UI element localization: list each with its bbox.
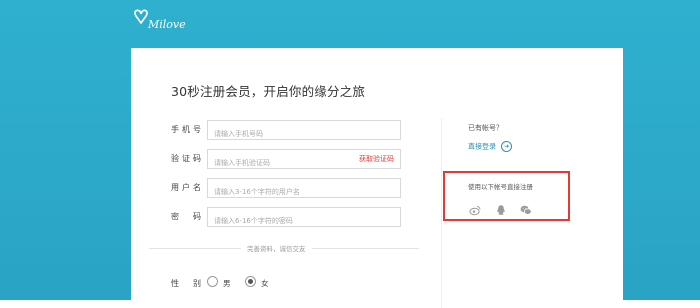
code-input[interactable]	[208, 154, 364, 172]
qq-icon[interactable]	[495, 201, 507, 215]
password-field[interactable]	[207, 207, 401, 230]
code-label: 验证码	[171, 154, 201, 163]
gender-male-radio[interactable]	[207, 276, 218, 287]
password-label: 密码	[171, 212, 201, 221]
wechat-icon[interactable]	[520, 201, 532, 215]
gender-row: 性别 男 女	[171, 274, 431, 294]
column-separator	[441, 118, 442, 308]
phone-row: 手机号	[131, 120, 431, 143]
have-account-text: 已有帐号？	[468, 124, 503, 132]
username-input[interactable]	[208, 183, 364, 201]
weibo-icon[interactable]	[469, 201, 481, 216]
get-code-button[interactable]: 获取验证码	[359, 154, 394, 164]
code-field[interactable]: 获取验证码	[207, 149, 401, 172]
page-title: 30秒注册会员，开启你的缘分之旅	[171, 84, 366, 99]
phone-label: 手机号	[171, 125, 201, 134]
phone-field[interactable]	[207, 120, 401, 143]
gender-female-radio[interactable]	[245, 276, 256, 287]
gender-male-label[interactable]: 男	[223, 278, 231, 289]
password-input[interactable]	[208, 212, 364, 230]
password-row: 密码	[131, 207, 431, 230]
phone-input[interactable]	[208, 125, 364, 143]
gender-label: 性别	[171, 279, 201, 288]
svg-text:Milove: Milove	[147, 18, 186, 31]
brand-logo[interactable]: Milove	[130, 6, 200, 36]
login-link-label[interactable]: 直接登录	[468, 143, 496, 151]
arrow-right-circle-icon[interactable]: ➜	[501, 141, 513, 152]
username-row: 用户名	[131, 178, 431, 201]
logo-heart-icon: Milove	[134, 9, 186, 31]
username-label: 用户名	[171, 183, 201, 192]
login-link[interactable]: 直接登录 ➜	[468, 141, 513, 152]
gender-female-label[interactable]: 女	[261, 278, 269, 289]
register-card: 30秒注册会员，开启你的缘分之旅 手机号 验证码 获取验证码 用户名 密码 完善…	[131, 48, 623, 308]
social-register-title: 使用以下帐号直接注册	[468, 183, 533, 191]
section-title: 完善资料，诚信交友	[241, 243, 312, 253]
username-field[interactable]	[207, 178, 401, 201]
code-row: 验证码 获取验证码	[131, 149, 431, 172]
